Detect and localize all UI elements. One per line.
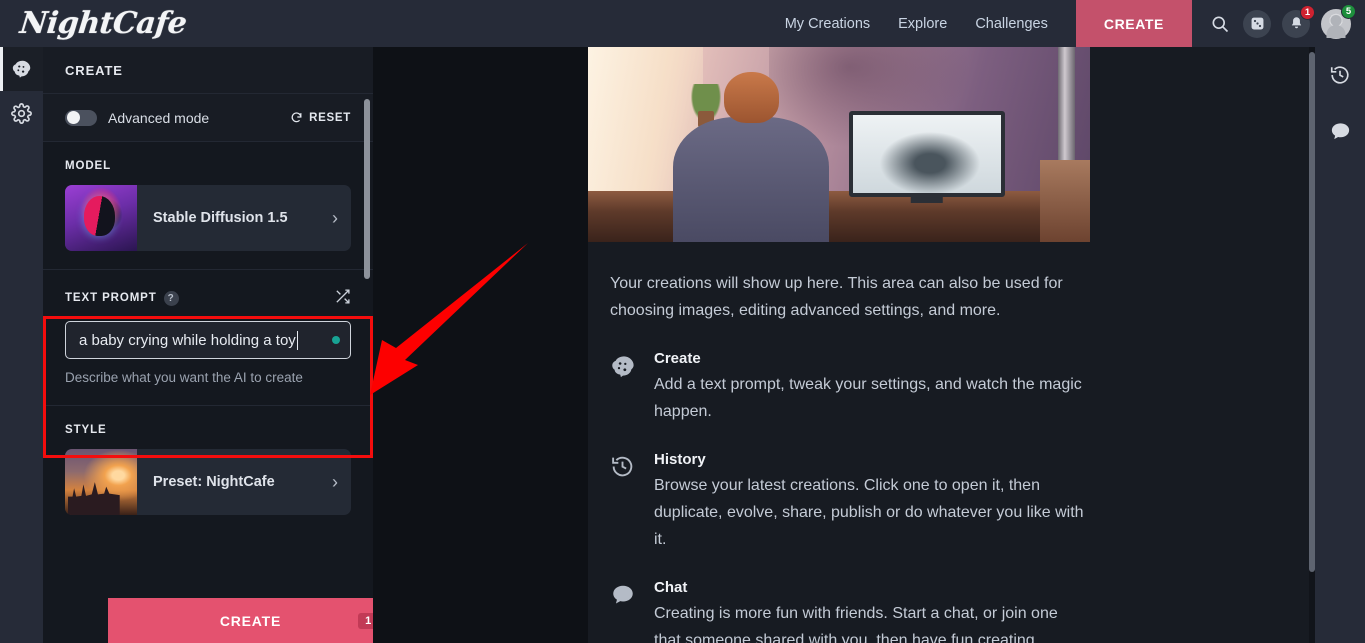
help-icon[interactable]: ?: [163, 290, 179, 306]
advanced-mode-toggle[interactable]: [65, 109, 97, 126]
style-card[interactable]: Preset: NightCafe ›: [65, 449, 351, 515]
hero-cabinet: [1039, 160, 1090, 242]
shuffle-icon[interactable]: [334, 288, 351, 308]
text-caret: [296, 330, 298, 350]
header-icon-group: 1 5: [1192, 3, 1365, 39]
chat-icon: [610, 579, 654, 643]
hero-illustration: [588, 47, 1090, 242]
top-header: NightCafe My Creations Explore Challenge…: [0, 0, 1365, 47]
avatar[interactable]: 5: [1321, 3, 1356, 39]
model-card[interactable]: Stable Diffusion 1.5 ›: [65, 185, 351, 251]
text-prompt-section: TEXT PROMPT ? a baby crying while holdin…: [43, 270, 373, 385]
rail-item-chat[interactable]: [1315, 103, 1365, 159]
model-section-label: MODEL: [65, 160, 112, 172]
feature-body: Create Add a text prompt, tweak your set…: [654, 350, 1084, 425]
main-panel: Your creations will show up here. This a…: [588, 47, 1315, 643]
sidebar-scrollbar-thumb[interactable]: [364, 99, 370, 279]
nightcafe-app: NightCafe My Creations Explore Challenge…: [0, 0, 1365, 643]
right-icon-rail: [1315, 47, 1365, 643]
refresh-icon: [291, 112, 302, 123]
rail-item-settings[interactable]: [0, 91, 43, 135]
hero-person-head: [723, 72, 779, 124]
nav-my-creations[interactable]: My Creations: [771, 16, 884, 32]
text-prompt-value: a baby crying while holding a toy: [79, 331, 296, 349]
site-logo[interactable]: NightCafe: [18, 6, 188, 41]
feature-title: History: [654, 451, 706, 468]
feature-text: Add a text prompt, tweak your settings, …: [654, 376, 1082, 420]
hero-person-body: [673, 117, 829, 242]
advanced-mode-row: Advanced mode RESET: [43, 93, 373, 142]
avatar-badge: 5: [1341, 3, 1356, 19]
model-name: Stable Diffusion 1.5: [153, 210, 288, 226]
text-prompt-hint: Describe what you want the AI to create: [65, 370, 303, 385]
create-sidebar: CREATE Advanced mode RESET MODEL Stable …: [43, 47, 393, 643]
reset-button[interactable]: RESET: [290, 111, 351, 124]
style-name: Preset: NightCafe: [153, 474, 275, 490]
nav-challenges[interactable]: Challenges: [961, 16, 1062, 32]
chat-icon: [1331, 122, 1349, 139]
text-prompt-section-label: TEXT PROMPT ?: [65, 288, 351, 308]
style-section-label: STYLE: [65, 424, 107, 436]
search-icon[interactable]: [1208, 12, 1232, 36]
text-prompt-input[interactable]: a baby crying while holding a toy: [65, 321, 351, 359]
feature-title: Create: [654, 350, 701, 367]
sidebar-create-button[interactable]: CREATE 1: [108, 598, 393, 643]
header-create-button[interactable]: CREATE: [1075, 0, 1192, 47]
left-icon-rail: [0, 47, 43, 643]
chevron-right-icon: ›: [332, 208, 338, 228]
prompt-status-dot: [332, 336, 340, 344]
main-body: Your creations will show up here. This a…: [588, 242, 1315, 643]
sidebar-title: CREATE: [43, 47, 373, 93]
feature-history: History Browse your latest creations. Cl…: [610, 451, 1282, 553]
feature-title: Chat: [654, 579, 688, 596]
bell-icon[interactable]: 1: [1282, 4, 1315, 38]
feature-text: Browse your latest creations. Click one …: [654, 477, 1084, 548]
model-section: MODEL Stable Diffusion 1.5 ›: [43, 142, 373, 251]
brain-icon: [12, 60, 30, 78]
sidebar-scroll-area: Advanced mode RESET MODEL Stable Diffusi…: [43, 93, 373, 595]
dice-icon[interactable]: [1243, 9, 1271, 38]
style-section: STYLE Preset: NightCafe ›: [43, 406, 373, 515]
history-icon: [610, 451, 654, 553]
hero-desk: [588, 191, 1090, 242]
nav-explore[interactable]: Explore: [884, 16, 961, 32]
feature-body: Chat Creating is more fun with friends. …: [654, 579, 1084, 643]
bell-badge: 1: [1300, 4, 1315, 20]
rail-item-history[interactable]: [1315, 47, 1365, 103]
main-nav: My Creations Explore Challenges CREATE 1…: [771, 0, 1365, 47]
model-thumbnail: [65, 185, 137, 251]
style-thumbnail: [65, 449, 137, 515]
feature-text: Creating is more fun with friends. Start…: [654, 605, 1058, 643]
hero-monitor: [849, 111, 1005, 198]
chevron-right-icon: ›: [332, 472, 338, 492]
advanced-mode-label: Advanced mode: [108, 109, 210, 126]
feature-create: Create Add a text prompt, tweak your set…: [610, 350, 1282, 425]
feature-body: History Browse your latest creations. Cl…: [654, 451, 1084, 553]
rail-item-create[interactable]: [0, 47, 43, 91]
history-icon: [1330, 66, 1349, 84]
sidebar-create-label: CREATE: [219, 612, 282, 629]
brain-icon: [610, 350, 654, 425]
reset-label: RESET: [309, 111, 351, 124]
gear-icon: [11, 102, 32, 124]
background-gap: [373, 47, 588, 643]
feature-chat: Chat Creating is more fun with friends. …: [610, 579, 1282, 643]
main-lede: Your creations will show up here. This a…: [610, 275, 1063, 319]
